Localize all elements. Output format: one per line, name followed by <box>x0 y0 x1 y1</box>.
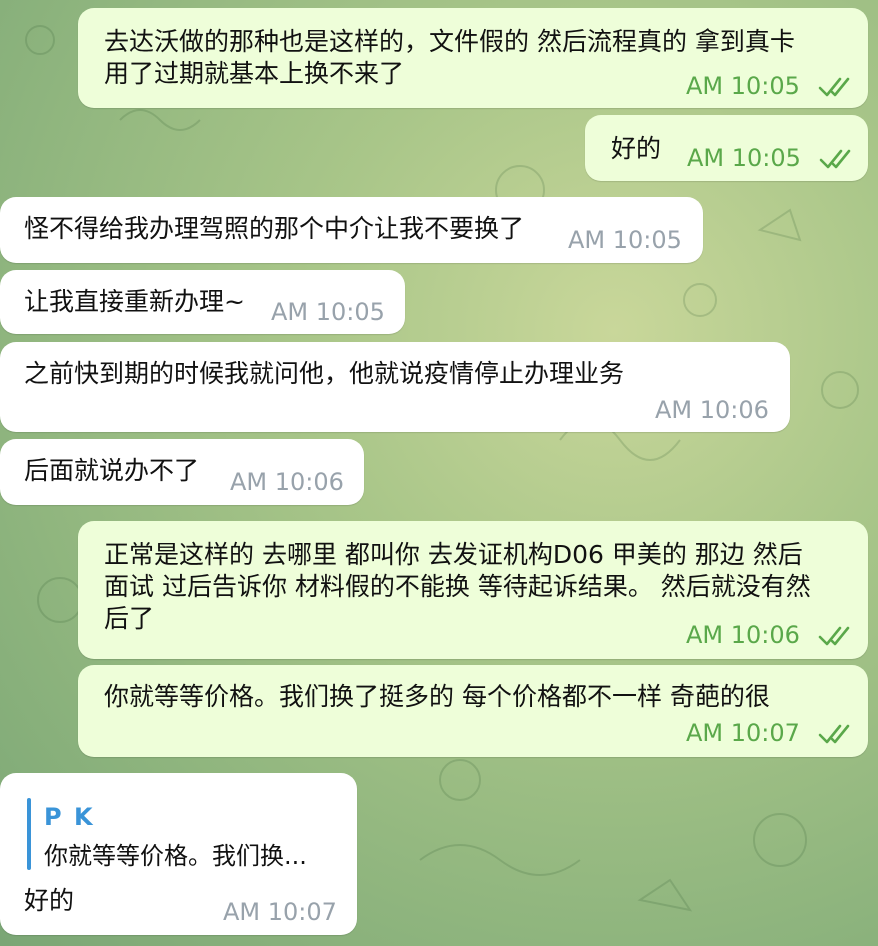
message-time: AM 10:06 <box>655 396 769 424</box>
message-bubble-incoming[interactable]: 让我直接重新办理~ AM 10:05 <box>0 270 405 334</box>
double-check-icon <box>818 77 850 97</box>
message-bubble-outgoing[interactable]: 去达沃做的那种也是这样的，文件假的 然后流程真的 拿到真卡 用了过期就基本上换不… <box>78 8 868 108</box>
message-time: AM 10:05 <box>686 72 800 100</box>
message-text: 之前快到期的时候我就问他，他就说疫情停止办理业务 <box>24 359 625 388</box>
message-time: AM 10:05 <box>687 144 801 172</box>
message-bubble-outgoing[interactable]: 你就等等价格。我们换了挺多的 每个价格都不一样 奇葩的很 AM 10:07 <box>78 665 868 757</box>
reply-snippet: 你就等等价格。我们换... <box>44 842 307 870</box>
reply-author: P K <box>44 803 95 831</box>
double-check-icon <box>819 149 851 169</box>
message-bubble-incoming[interactable]: 后面就说办不了 AM 10:06 <box>0 439 364 505</box>
message-time: AM 10:05 <box>271 298 385 326</box>
message-time: AM 10:07 <box>686 719 800 747</box>
double-check-icon <box>818 626 850 646</box>
message-text: 怪不得给我办理驾照的那个中介让我不要换了 <box>24 214 525 243</box>
message-time: AM 10:06 <box>686 621 800 649</box>
message-bubble-outgoing[interactable]: 好的 AM 10:05 <box>585 115 868 181</box>
message-bubble-outgoing[interactable]: 正常是这样的 去哪里 都叫你 去发证机构D06 甲美的 那边 然后 面试 过后告… <box>78 521 868 659</box>
message-time: AM 10:05 <box>568 226 682 254</box>
message-text: 好的 <box>24 886 75 915</box>
message-text: 你就等等价格。我们换了挺多的 每个价格都不一样 奇葩的很 <box>104 682 770 711</box>
message-text: 好的 <box>611 134 662 163</box>
message-bubble-incoming[interactable]: P K 你就等等价格。我们换... 好的 AM 10:07 <box>0 773 357 935</box>
message-bubble-incoming[interactable]: 怪不得给我办理驾照的那个中介让我不要换了 AM 10:05 <box>0 197 703 263</box>
message-time: AM 10:06 <box>230 468 344 496</box>
double-check-icon <box>818 724 850 744</box>
reply-accent-bar <box>27 798 31 870</box>
message-bubble-incoming[interactable]: 之前快到期的时候我就问他，他就说疫情停止办理业务 AM 10:06 <box>0 342 790 432</box>
message-text: 后面就说办不了 <box>24 456 200 485</box>
message-time: AM 10:07 <box>223 898 337 926</box>
message-text: 让我直接重新办理~ <box>24 287 245 316</box>
